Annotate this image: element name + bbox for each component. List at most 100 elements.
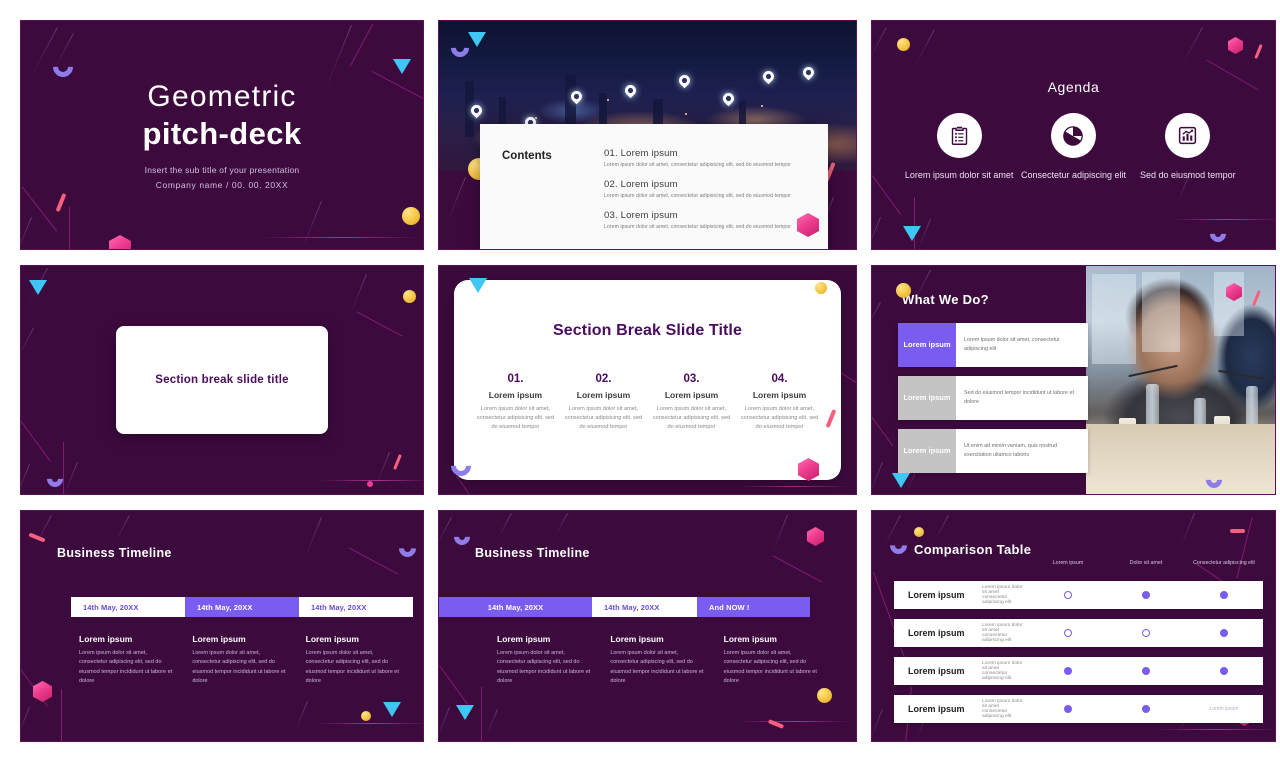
decor-path [1236, 517, 1253, 579]
status-dot-filled [1142, 591, 1150, 599]
comparison-cell[interactable] [1029, 667, 1107, 675]
timeline-columns: Lorem ipsum Lorem ipsum dolor sit amet, … [497, 634, 837, 687]
slide-contents[interactable]: Contents 01. Lorem ipsum Lorem ipsum dol… [438, 20, 857, 250]
comparison-cell[interactable] [1029, 591, 1107, 599]
comparison-cell[interactable] [1107, 591, 1185, 599]
contents-item-title: 03. Lorem ipsum [604, 210, 678, 221]
comparison-cell[interactable]: Lorem ipsum [1185, 705, 1263, 713]
comparison-cell[interactable] [1185, 591, 1263, 599]
decor-line [439, 707, 450, 739]
timeline-column[interactable]: Lorem ipsum Lorem ipsum dolor sit amet, … [306, 634, 419, 687]
timeline-cell[interactable]: 14th May, 20XX [71, 597, 185, 617]
comparison-cell[interactable] [1185, 629, 1263, 637]
table-row[interactable]: Lorem ipsum Lorem ipsum dolor sit amet, … [898, 323, 1088, 367]
column-desc: Lorem ipsum dolor sit amet, consectetur … [740, 406, 819, 431]
table-row[interactable]: Lorem ipsum Lorem ipsum dolor sit amet c… [894, 581, 1263, 609]
list-item[interactable]: 01. Lorem ipsum Lorem ipsum dolor sit am… [604, 148, 810, 168]
slide-comparison-table[interactable]: Comparison Table Lorem ipsum Dolor sit a… [871, 510, 1276, 742]
comparison-cell[interactable] [1029, 629, 1107, 637]
slide-business-timeline-1[interactable]: Business Timeline 14th May, 20XX 14th Ma… [20, 510, 424, 742]
map-pin-icon [720, 90, 737, 107]
column-desc: Lorem ipsum dolor sit amet, consectetur … [564, 406, 643, 431]
section-column[interactable]: 02. Lorem ipsum Lorem ipsum dolor sit am… [564, 373, 643, 432]
comparison-cell[interactable] [1185, 667, 1263, 675]
map-pin-icon [800, 64, 817, 81]
column-header: Dolor sit amet [1129, 560, 1163, 566]
column-number: 02. [595, 373, 612, 385]
timeline-cell[interactable]: 14th May, 20XX [298, 597, 413, 617]
timeline-column[interactable]: Lorem ipsum Lorem ipsum dolor sit amet, … [610, 634, 723, 687]
timeline-column[interactable]: Lorem ipsum Lorem ipsum dolor sit amet, … [497, 634, 610, 687]
timeline-cell[interactable]: 14th May, 20XX [439, 597, 592, 617]
decor-line [34, 515, 52, 548]
comparison-cell[interactable] [1107, 705, 1185, 713]
table-row[interactable]: Lorem ipsum Ut enim ad minim veniam, qui… [898, 429, 1088, 473]
section-column[interactable]: 01. Lorem ipsum Lorem ipsum dolor sit am… [476, 373, 555, 432]
table-row[interactable]: Lorem ipsum Sed do eiusmod tempor incidi… [898, 376, 1088, 420]
map-pin-icon [760, 68, 777, 85]
comparison-cell[interactable] [1029, 705, 1107, 713]
triangle-shape-icon [383, 702, 401, 717]
comparison-cell-text: Lorem ipsum [1209, 706, 1239, 712]
crescent-shape-icon [450, 525, 474, 549]
what-we-do-rows: Lorem ipsum Lorem ipsum dolor sit amet, … [898, 323, 1088, 482]
comparison-cell[interactable] [1107, 629, 1185, 637]
table-row[interactable]: Lorem ipsum Lorem ipsum dolor sit amet c… [894, 695, 1263, 723]
comparison-cell[interactable] [1107, 667, 1185, 675]
timeline-column-desc: Lorem ipsum dolor sit amet, consectetur … [192, 650, 286, 685]
decor-line [872, 217, 881, 249]
timeline-cell-now[interactable]: And NOW ! [697, 597, 810, 617]
timeline-column[interactable]: Lorem ipsum Lorem ipsum dolor sit amet, … [79, 634, 192, 687]
timeline-column-desc: Lorem ipsum dolor sit amet, consectetur … [610, 650, 704, 685]
contents-heading: Contents [502, 150, 552, 162]
slide-business-timeline-2[interactable]: Business Timeline 14th May, 20XX 14th Ma… [438, 510, 857, 742]
list-item[interactable]: 02. Lorem ipsum Lorem ipsum dolor sit am… [604, 179, 810, 199]
section-column[interactable]: 04. Lorem ipsum Lorem ipsum dolor sit am… [740, 373, 819, 432]
timeline-column-heading: Lorem ipsum [79, 634, 133, 644]
decor-line [114, 515, 130, 542]
timeline-column[interactable]: Lorem ipsum Lorem ipsum dolor sit amet, … [192, 634, 305, 687]
decor-line [884, 515, 901, 546]
slide-agenda[interactable]: Agenda Lorem ipsum dolor sit amet Consec… [871, 20, 1276, 250]
row-key: Lorem ipsum [898, 376, 956, 420]
agenda-item-caption: Lorem ipsum dolor sit amet [904, 170, 1014, 180]
row-desc: Lorem ipsum dolor sit amet consectetur a… [982, 623, 1023, 643]
table-row[interactable]: Lorem ipsum Lorem ipsum dolor sit amet c… [894, 619, 1263, 647]
status-dot-filled [1064, 705, 1072, 713]
timeline-column-heading: Lorem ipsum [305, 634, 359, 644]
slide-title[interactable]: Geometric pitch-deck Insert the sub titl… [20, 20, 424, 250]
agenda-item[interactable]: Sed do eiusmod tempor [1132, 113, 1244, 181]
agenda-title: Agenda [1047, 79, 1100, 95]
sphere-shape-icon [361, 711, 371, 721]
timeline-cell-active[interactable]: 14th May, 20XX [592, 597, 697, 617]
section-break-card: Section break slide title [116, 326, 328, 434]
agenda-item-caption: Sed do eiusmod tempor [1140, 170, 1236, 180]
decor-line [21, 707, 30, 739]
table-row[interactable]: Lorem ipsum Lorem ipsum dolor sit amet c… [894, 657, 1263, 685]
status-dot-filled [1220, 667, 1228, 675]
slide-what-we-do[interactable]: What We Do? Lorem ipsum Lorem ipsum dolo… [871, 265, 1276, 495]
triangle-shape-icon [456, 705, 474, 720]
agenda-item[interactable]: Consectetur adipiscing elit [1017, 113, 1129, 181]
status-dot-hollow [1142, 629, 1150, 637]
timeline-column[interactable]: Lorem ipsum Lorem ipsum dolor sit amet, … [724, 634, 837, 687]
deck-title-line2: pitch-deck [142, 115, 302, 151]
deck-subtitle: Insert the sub title of your presentatio… [144, 164, 300, 175]
agenda-item[interactable]: Lorem ipsum dolor sit amet [903, 113, 1015, 181]
column-number: 03. [683, 373, 700, 385]
slide-section-break[interactable]: Section break slide title [20, 265, 424, 495]
decor-path [21, 420, 51, 462]
decor-line [27, 268, 48, 306]
list-item[interactable]: 03. Lorem ipsum Lorem ipsum dolor sit am… [604, 210, 810, 230]
sphere-shape-icon [897, 38, 910, 51]
section-column[interactable]: 03. Lorem ipsum Lorem ipsum dolor sit am… [652, 373, 731, 432]
slide-section-break-columns[interactable]: Section Break Slide Title 01. Lorem ipsu… [438, 265, 857, 495]
timeline-cell-active[interactable]: 14th May, 20XX [184, 597, 299, 617]
decor-line [294, 701, 308, 733]
agenda-columns: Lorem ipsum dolor sit amet Consectetur a… [902, 113, 1245, 181]
decor-line [374, 452, 390, 488]
slide-deck-grid: Geometric pitch-deck Insert the sub titl… [0, 0, 1280, 760]
status-dot-filled [1142, 705, 1150, 713]
comparison-table-headers: Lorem ipsum Dolor sit amet Consectetur a… [872, 560, 1263, 567]
bar-shape-icon [767, 719, 785, 729]
